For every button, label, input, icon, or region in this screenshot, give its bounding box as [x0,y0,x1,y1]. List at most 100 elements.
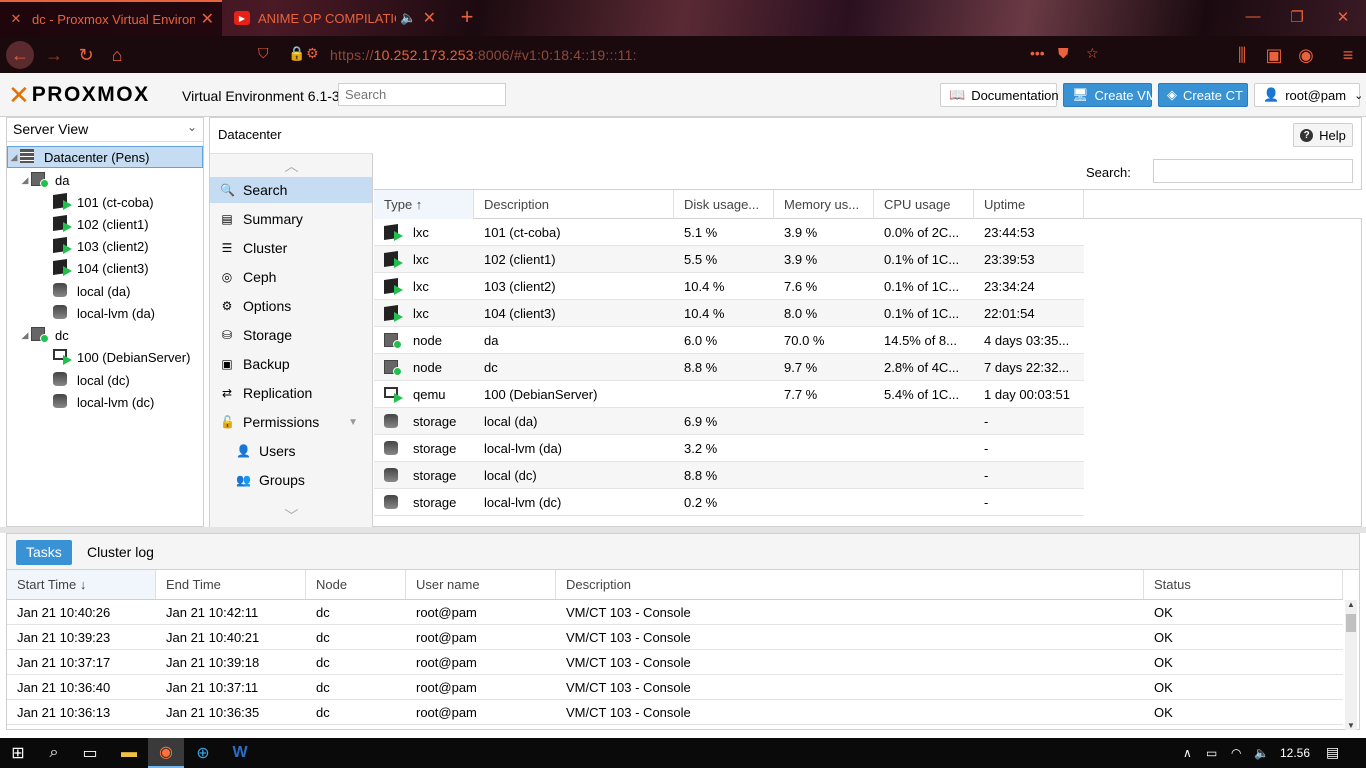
word-icon[interactable]: W [222,738,258,768]
caret-down-icon[interactable]: ▼ [348,417,358,428]
column-disk-usage[interactable]: Disk usage... [674,190,774,219]
task-row[interactable]: Jan 21 10:36:13 Jan 21 10:36:35 dc root@pam… [7,700,1343,725]
menu-item-groups[interactable]: 👥 Groups [210,467,372,493]
tree-item-ct-104[interactable]: 104 (client3) [53,257,149,279]
tree-item-ct-102[interactable]: 102 (client1) [53,213,149,235]
tree-item-storage-local-lvm-da[interactable]: local-lvm (da) [53,302,155,324]
browser-tab-youtube[interactable]: ▶ ANIME OP COMPILATION!! 🔈 ✕ [226,0,444,36]
column-cpu-usage[interactable]: CPU usage [874,190,974,219]
tree-item-ct-103[interactable]: 103 (client2) [53,235,149,257]
page-actions-icon[interactable]: ••• [1030,45,1045,61]
create-ct-button[interactable]: ◈ Create CT [1158,83,1248,107]
tab-cluster-log[interactable]: Cluster log [77,540,164,565]
column-end-time[interactable]: End Time [156,570,306,599]
column-uptime[interactable]: Uptime [974,190,1084,219]
grid-search-input[interactable] [1153,159,1353,183]
back-icon[interactable]: ← [6,41,34,69]
column-description[interactable]: Description [556,570,1144,599]
user-menu-button[interactable]: 👤 root@pam ⌄ [1254,83,1363,107]
help-button[interactable]: ? Help [1293,123,1353,147]
notifications-icon[interactable]: ▤ [1326,744,1339,761]
task-row[interactable]: Jan 21 10:37:17 Jan 21 10:39:18 dc root@pam… [7,650,1343,675]
tasks-scrollbar[interactable]: ▲ ▼ [1345,600,1357,730]
menu-item-backup[interactable]: ▣ Backup [210,351,372,377]
column-user-name[interactable]: User name [406,570,556,599]
close-tab-icon[interactable]: ✕ [423,8,436,28]
minimize-icon[interactable]: — [1244,8,1262,25]
menu-item-users[interactable]: 👤 Users [210,438,372,464]
sidebar-icon[interactable]: ▣ [1260,41,1288,69]
lock-warning-icon[interactable]: 🔒 [288,45,305,62]
menu-item-cluster[interactable]: ☰ Cluster [210,235,372,261]
task-row[interactable]: Jan 21 10:36:40 Jan 21 10:37:11 dc root@pam… [7,675,1343,700]
account-icon[interactable]: ◉ [1292,41,1320,69]
tree-item-storage-local-lvm-dc[interactable]: local-lvm (dc) [53,391,154,413]
menu-item-search[interactable]: 🔍 Search [210,177,372,203]
collapse-icon[interactable]: ◢ [8,152,20,163]
collapse-icon[interactable]: ◢ [19,175,31,186]
firefox-icon[interactable]: ◉ [148,738,184,768]
search-icon[interactable]: ⌕ [36,738,72,768]
collapse-icon[interactable]: ◢ [19,330,31,341]
menu-item-summary[interactable]: ▤ Summary [210,206,372,232]
column-start-time[interactable]: Start Time ↓ [7,570,156,599]
tree-item-datacenter[interactable]: ◢ Datacenter (Pens) [7,146,203,168]
wifi-icon[interactable]: ◠ [1231,746,1241,760]
column-memory-usage[interactable]: Memory us... [774,190,874,219]
grid-row[interactable]: storage local (dc) 8.8 % - [374,462,1084,489]
volume-icon[interactable]: 🔈 [1254,746,1269,760]
scrollbar-thumb[interactable] [1346,614,1356,632]
tree-item-ct-101[interactable]: 101 (ct-coba) [53,191,154,213]
task-view-icon[interactable]: ▭ [72,738,108,768]
grid-row[interactable]: lxc 102 (client1) 5.5 % 3.9 % 0.1% of 1C... 2… [374,246,1084,273]
grid-row[interactable]: lxc 104 (client3) 10.4 % 8.0 % 0.1% of 1C...… [374,300,1084,327]
grid-row[interactable]: lxc 103 (client2) 10.4 % 7.6 % 0.1% of 1C...… [374,273,1084,300]
menu-item-permissions[interactable]: 🔓 Permissions ▼ [210,409,372,435]
tree-item-node-da[interactable]: ◢ da [19,169,69,191]
task-row[interactable]: Jan 21 10:39:23 Jan 21 10:40:21 dc root@pam… [7,625,1343,650]
forward-icon[interactable]: → [40,41,68,69]
documentation-button[interactable]: 📖 Documentation [940,83,1059,107]
grid-row[interactable]: storage local (da) 6.9 % - [374,408,1084,435]
column-type[interactable]: Type ↑ [374,190,474,219]
scroll-up-icon[interactable]: ▲ [1345,600,1357,609]
menu-item-storage[interactable]: ⛁ Storage [210,322,372,348]
speaker-icon[interactable]: 🔈 [400,10,416,26]
tree-item-vm-100[interactable]: 100 (DebianServer) [53,346,190,368]
library-icon[interactable]: ⫼ [1228,41,1256,69]
grid-row[interactable]: node da 6.0 % 70.0 % 14.5% of 8... 4 days 03:… [374,327,1084,354]
tree-item-node-dc[interactable]: ◢ dc [19,324,69,346]
scroll-up-icon[interactable]: ︿ [210,156,373,176]
column-status[interactable]: Status [1144,570,1343,599]
home-icon[interactable]: ⌂ [103,41,131,69]
new-tab-button[interactable]: + [455,4,479,30]
clock[interactable]: 12.56 [1280,746,1310,760]
maximize-icon[interactable]: ❐ [1288,8,1306,26]
grid-row[interactable]: node dc 8.8 % 9.7 % 2.8% of 4C... 7 days 22:3… [374,354,1084,381]
bookmark-star-icon[interactable]: ☆ [1086,45,1099,62]
shield-icon[interactable]: ⛉ [258,45,269,62]
column-node[interactable]: Node [306,570,406,599]
windows-start-icon[interactable]: ⊞ [0,738,36,768]
grid-row[interactable]: storage local-lvm (da) 3.2 % - [374,435,1084,462]
close-window-icon[interactable]: ✕ [1334,8,1352,26]
grid-row[interactable]: storage local-lvm (dc) 0.2 % - [374,489,1084,516]
file-explorer-icon[interactable]: ▬ [111,738,147,768]
scroll-down-icon[interactable]: ﹀ [210,506,373,526]
grid-row[interactable]: qemu 100 (DebianServer) 7.7 % 5.4% of 1C...… [374,381,1084,408]
menu-item-replication[interactable]: ⇄ Replication [210,380,372,406]
reload-icon[interactable]: ↻ [72,41,100,69]
close-tab-icon[interactable]: ✕ [201,9,214,29]
search-input[interactable] [338,83,506,106]
network-app-icon[interactable]: ⊕ [185,738,221,768]
permissions-icon[interactable]: ⚙ [306,45,319,62]
tree-item-storage-local-da[interactable]: local (da) [53,280,130,302]
scroll-down-icon[interactable]: ▼ [1345,721,1357,730]
menu-icon[interactable]: ≡ [1334,41,1362,69]
battery-icon[interactable]: ▭ [1206,746,1217,760]
task-row[interactable]: Jan 21 10:40:26 Jan 21 10:42:11 dc root@pam… [7,600,1343,625]
url-bar[interactable]: ⛉ 🔒 ⚙ https://10.252.173.253:8006/#v1:0:… [250,40,1120,69]
menu-item-ceph[interactable]: ◎ Ceph [210,264,372,290]
create-vm-button[interactable]: 🖥 Create VM [1063,83,1157,107]
tab-tasks[interactable]: Tasks [16,540,72,565]
